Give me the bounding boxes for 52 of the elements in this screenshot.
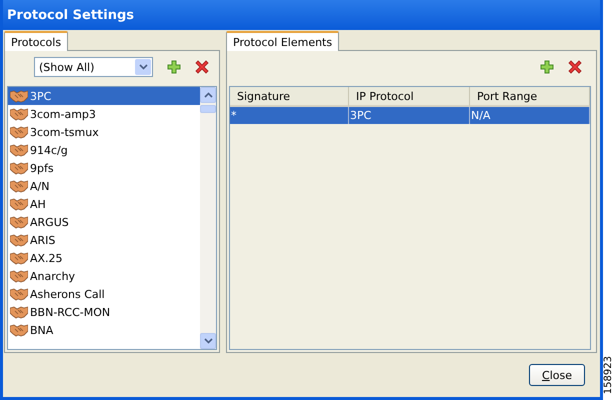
handshake-icon	[10, 234, 28, 246]
figure-number: 158923	[602, 356, 613, 394]
column-header[interactable]: IP Protocol	[349, 87, 470, 107]
filter-dropdown[interactable]: (Show All)	[34, 57, 153, 77]
protocol-item[interactable]: ARGUS	[8, 213, 200, 231]
protocol-item[interactable]: 3PC	[8, 87, 200, 105]
handshake-icon	[10, 252, 28, 264]
scroll-thumb[interactable]	[200, 105, 216, 113]
handshake-icon	[10, 144, 28, 156]
scrollbar[interactable]	[200, 87, 216, 349]
close-button[interactable]: Close	[529, 364, 585, 386]
protocol-item[interactable]: BNA	[8, 321, 200, 339]
protocol-item[interactable]: 9pfs	[8, 159, 200, 177]
chevron-down-icon	[204, 338, 212, 344]
table-cell: 3PC	[349, 107, 470, 124]
tab[interactable]: Protocols	[4, 31, 68, 51]
handshake-icon	[10, 162, 28, 174]
window-title: Protocol Settings	[3, 0, 600, 30]
protocol-item[interactable]: AH	[8, 195, 200, 213]
handshake-icon	[10, 126, 28, 138]
protocol-item[interactable]: Asherons Call	[8, 285, 200, 303]
add-icon[interactable]	[167, 60, 181, 74]
add-icon[interactable]	[540, 60, 554, 74]
tab[interactable]: Protocol Elements	[226, 31, 340, 51]
delete-icon[interactable]	[568, 60, 582, 74]
handshake-icon	[10, 324, 28, 336]
chevron-up-icon	[204, 92, 212, 98]
delete-icon[interactable]	[195, 60, 209, 74]
table-row[interactable]: * 3PC N/A	[230, 107, 590, 124]
table-cell: N/A	[470, 107, 590, 124]
protocol-item[interactable]: ARIS	[8, 231, 200, 249]
protocol-item[interactable]: AX.25	[8, 249, 200, 267]
scroll-down-button[interactable]	[200, 333, 216, 349]
protocol-item[interactable]: BBN-RCC-MON	[8, 303, 200, 321]
handshake-icon	[10, 270, 28, 282]
protocol-item[interactable]: Anarchy	[8, 267, 200, 285]
scroll-up-button[interactable]	[200, 87, 216, 103]
column-header[interactable]: Signature	[230, 87, 349, 107]
protocol-item[interactable]: A/N	[8, 177, 200, 195]
handshake-icon	[10, 288, 28, 300]
protocol-item[interactable]: 3com-amp3	[8, 105, 200, 123]
protocol-item[interactable]: 3com-tsmux	[8, 123, 200, 141]
handshake-icon	[10, 108, 28, 120]
column-header[interactable]: Port Range	[470, 87, 590, 107]
handshake-icon	[10, 90, 28, 102]
handshake-icon	[10, 306, 28, 318]
handshake-icon	[10, 180, 28, 192]
protocol-item[interactable]: 914c/g	[8, 141, 200, 159]
handshake-icon	[10, 216, 28, 228]
chevron-down-icon[interactable]	[138, 64, 148, 70]
handshake-icon	[10, 198, 28, 210]
table-cell: *	[230, 107, 349, 124]
